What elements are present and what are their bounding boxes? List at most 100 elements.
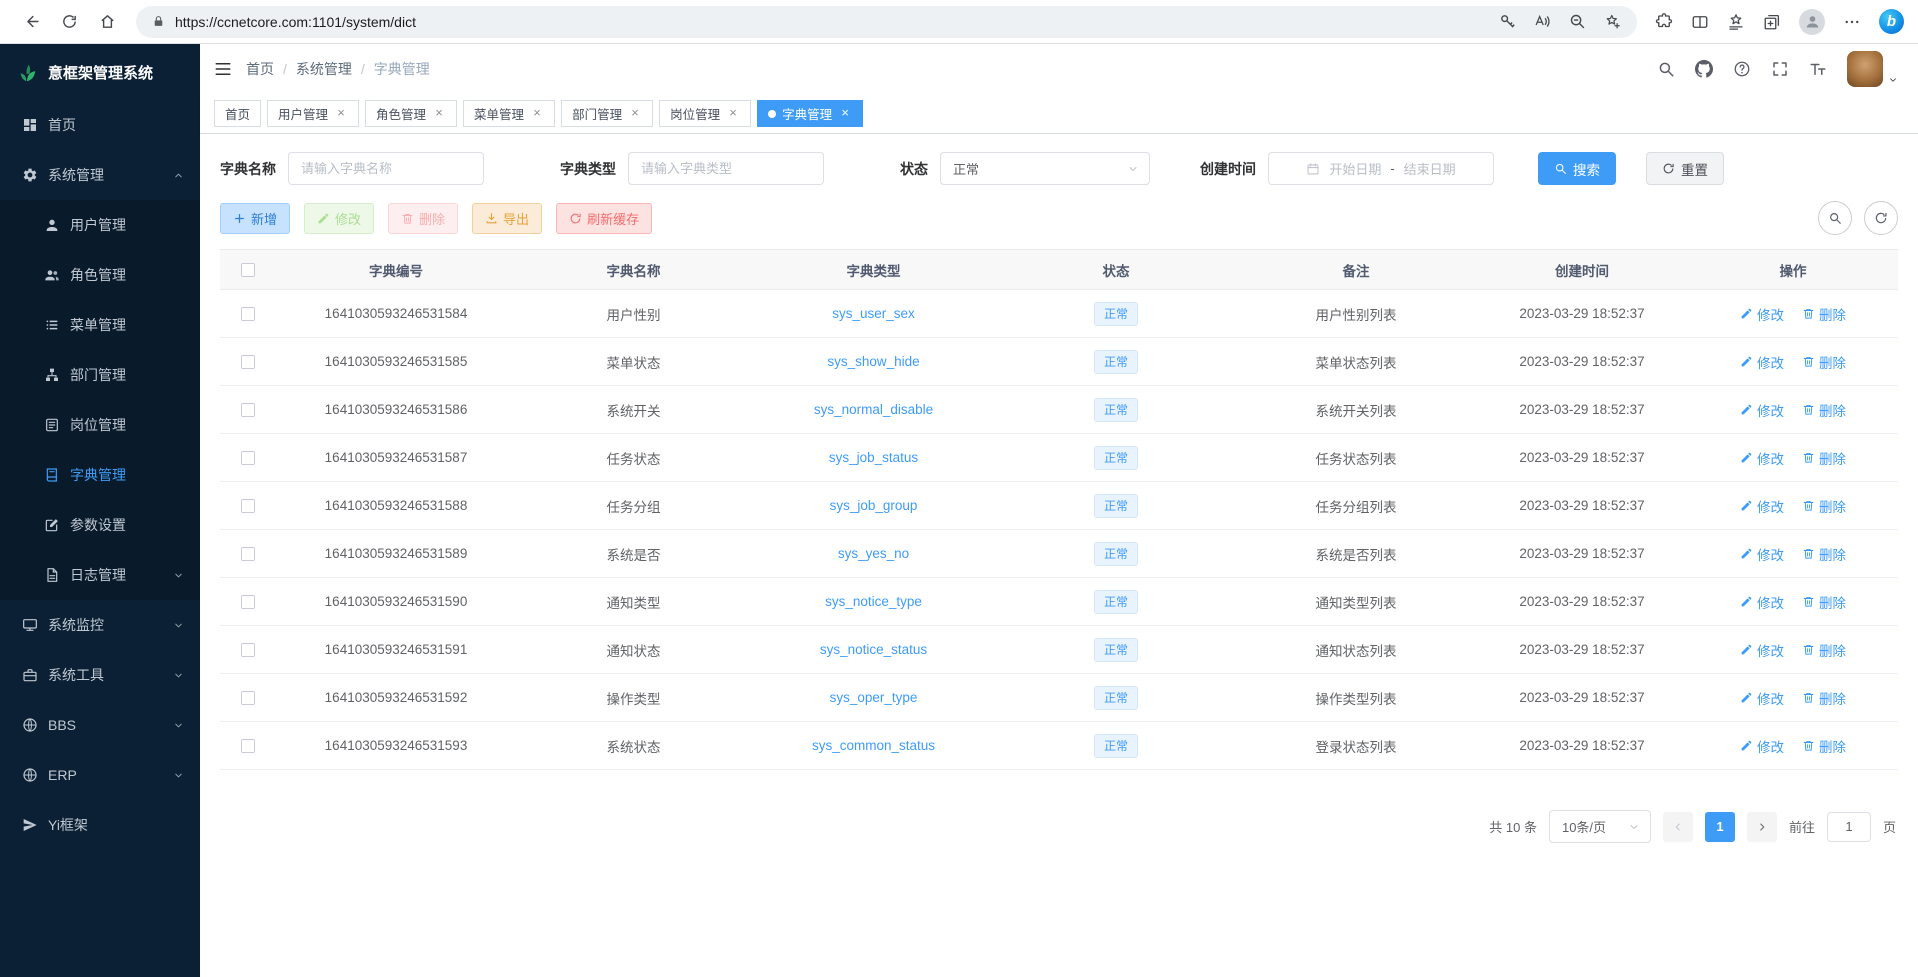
- dict-type-link[interactable]: sys_job_group: [830, 498, 918, 513]
- dict-name-input[interactable]: [288, 152, 484, 185]
- zoom-out-icon[interactable]: [1569, 13, 1586, 30]
- dict-type-link[interactable]: sys_job_status: [829, 450, 918, 465]
- sidebar-item[interactable]: ERP: [0, 750, 200, 800]
- prev-page-button[interactable]: [1663, 812, 1693, 842]
- row-edit-link[interactable]: 修改: [1740, 448, 1784, 468]
- row-delete-link[interactable]: 删除: [1802, 304, 1846, 324]
- row-checkbox[interactable]: [241, 739, 255, 753]
- row-checkbox[interactable]: [241, 307, 255, 321]
- sidebar-item[interactable]: 部门管理: [0, 350, 200, 400]
- row-edit-link[interactable]: 修改: [1740, 688, 1784, 708]
- extensions-icon[interactable]: [1655, 13, 1673, 31]
- add-favorite-icon[interactable]: [1604, 13, 1621, 30]
- sidebar-item[interactable]: 首页: [0, 100, 200, 150]
- sidebar-item[interactable]: 角色管理: [0, 250, 200, 300]
- end-date-placeholder[interactable]: 结束日期: [1404, 159, 1456, 178]
- row-delete-link[interactable]: 删除: [1802, 640, 1846, 660]
- row-delete-link[interactable]: 删除: [1802, 448, 1846, 468]
- profile-icon[interactable]: [1799, 9, 1825, 35]
- date-range-picker[interactable]: 开始日期 - 结束日期: [1268, 152, 1494, 185]
- dict-type-link[interactable]: sys_common_status: [812, 738, 935, 753]
- dict-type-link[interactable]: sys_normal_disable: [814, 402, 933, 417]
- select-all-checkbox[interactable]: [241, 263, 255, 277]
- browser-address-bar[interactable]: https://ccnetcore.com:1101/system/dict: [136, 6, 1637, 38]
- row-edit-link[interactable]: 修改: [1740, 400, 1784, 420]
- sidebar-item[interactable]: 系统管理: [0, 150, 200, 200]
- sidebar-item[interactable]: 字典管理: [0, 450, 200, 500]
- help-icon[interactable]: [1733, 60, 1751, 78]
- dict-type-link[interactable]: sys_oper_type: [830, 690, 918, 705]
- bing-icon[interactable]: b: [1879, 9, 1904, 34]
- row-delete-link[interactable]: 删除: [1802, 688, 1846, 708]
- url-text[interactable]: https://ccnetcore.com:1101/system/dict: [175, 14, 1489, 30]
- sidebar-item[interactable]: 用户管理: [0, 200, 200, 250]
- breadcrumb-item[interactable]: 首页: [246, 59, 274, 79]
- view-tab[interactable]: 菜单管理×: [463, 100, 555, 127]
- reset-button[interactable]: 重置: [1646, 152, 1724, 185]
- tab-close-icon[interactable]: ×: [530, 107, 544, 121]
- refresh-cache-button[interactable]: 刷新缓存: [556, 203, 652, 234]
- goto-page-input[interactable]: [1827, 812, 1871, 842]
- row-edit-link[interactable]: 修改: [1740, 304, 1784, 324]
- dict-type-link[interactable]: sys_notice_type: [825, 594, 922, 609]
- view-tab[interactable]: 首页: [214, 100, 261, 127]
- row-checkbox[interactable]: [241, 403, 255, 417]
- tab-close-icon[interactable]: ×: [726, 107, 740, 121]
- row-edit-link[interactable]: 修改: [1740, 736, 1784, 756]
- sidebar-item[interactable]: 菜单管理: [0, 300, 200, 350]
- row-checkbox[interactable]: [241, 451, 255, 465]
- browser-back-button[interactable]: [14, 5, 48, 39]
- row-delete-link[interactable]: 删除: [1802, 496, 1846, 516]
- row-delete-link[interactable]: 删除: [1802, 400, 1846, 420]
- tab-close-icon[interactable]: ×: [838, 107, 852, 121]
- sidebar-toggle-icon[interactable]: [214, 60, 232, 78]
- user-avatar[interactable]: [1847, 51, 1883, 87]
- start-date-placeholder[interactable]: 开始日期: [1329, 159, 1381, 178]
- row-edit-link[interactable]: 修改: [1740, 592, 1784, 612]
- dict-type-link[interactable]: sys_user_sex: [832, 306, 915, 321]
- dict-type-link[interactable]: sys_show_hide: [827, 354, 919, 369]
- page-size-select[interactable]: 10条/页: [1549, 810, 1651, 843]
- status-select[interactable]: 正常: [940, 152, 1150, 185]
- read-aloud-icon[interactable]: [1534, 13, 1551, 30]
- row-edit-link[interactable]: 修改: [1740, 496, 1784, 516]
- export-button[interactable]: 导出: [472, 203, 542, 234]
- row-checkbox[interactable]: [241, 595, 255, 609]
- more-icon[interactable]: [1843, 13, 1861, 31]
- view-tab[interactable]: 岗位管理×: [659, 100, 751, 127]
- search-button[interactable]: 搜索: [1538, 152, 1616, 185]
- fullscreen-icon[interactable]: [1771, 60, 1789, 78]
- favorites-icon[interactable]: [1727, 13, 1745, 31]
- dict-type-link[interactable]: sys_yes_no: [838, 546, 909, 561]
- row-delete-link[interactable]: 删除: [1802, 352, 1846, 372]
- split-screen-icon[interactable]: [1691, 13, 1709, 31]
- row-delete-link[interactable]: 删除: [1802, 592, 1846, 612]
- browser-refresh-button[interactable]: [52, 5, 86, 39]
- next-page-button[interactable]: [1747, 812, 1777, 842]
- row-checkbox[interactable]: [241, 691, 255, 705]
- view-tab[interactable]: 部门管理×: [561, 100, 653, 127]
- sidebar-item[interactable]: 日志管理: [0, 550, 200, 600]
- github-icon[interactable]: [1695, 60, 1713, 78]
- row-checkbox[interactable]: [241, 355, 255, 369]
- header-search-icon[interactable]: [1657, 60, 1675, 78]
- dict-type-link[interactable]: sys_notice_status: [820, 642, 927, 657]
- view-tab[interactable]: 角色管理×: [365, 100, 457, 127]
- sidebar-item[interactable]: 岗位管理: [0, 400, 200, 450]
- browser-home-button[interactable]: [90, 5, 124, 39]
- tab-close-icon[interactable]: ×: [628, 107, 642, 121]
- row-checkbox[interactable]: [241, 499, 255, 513]
- breadcrumb-item[interactable]: 系统管理: [296, 59, 352, 79]
- view-tab[interactable]: 字典管理×: [757, 100, 863, 127]
- add-button[interactable]: 新增: [220, 203, 290, 234]
- sidebar-item[interactable]: 参数设置: [0, 500, 200, 550]
- row-checkbox[interactable]: [241, 547, 255, 561]
- row-edit-link[interactable]: 修改: [1740, 544, 1784, 564]
- row-edit-link[interactable]: 修改: [1740, 640, 1784, 660]
- key-icon[interactable]: [1499, 13, 1516, 30]
- dict-type-input[interactable]: [628, 152, 824, 185]
- delete-button[interactable]: 删除: [388, 203, 458, 234]
- sidebar-item[interactable]: Yi框架: [0, 800, 200, 850]
- sidebar-item[interactable]: 系统监控: [0, 600, 200, 650]
- font-size-icon[interactable]: [1809, 60, 1827, 78]
